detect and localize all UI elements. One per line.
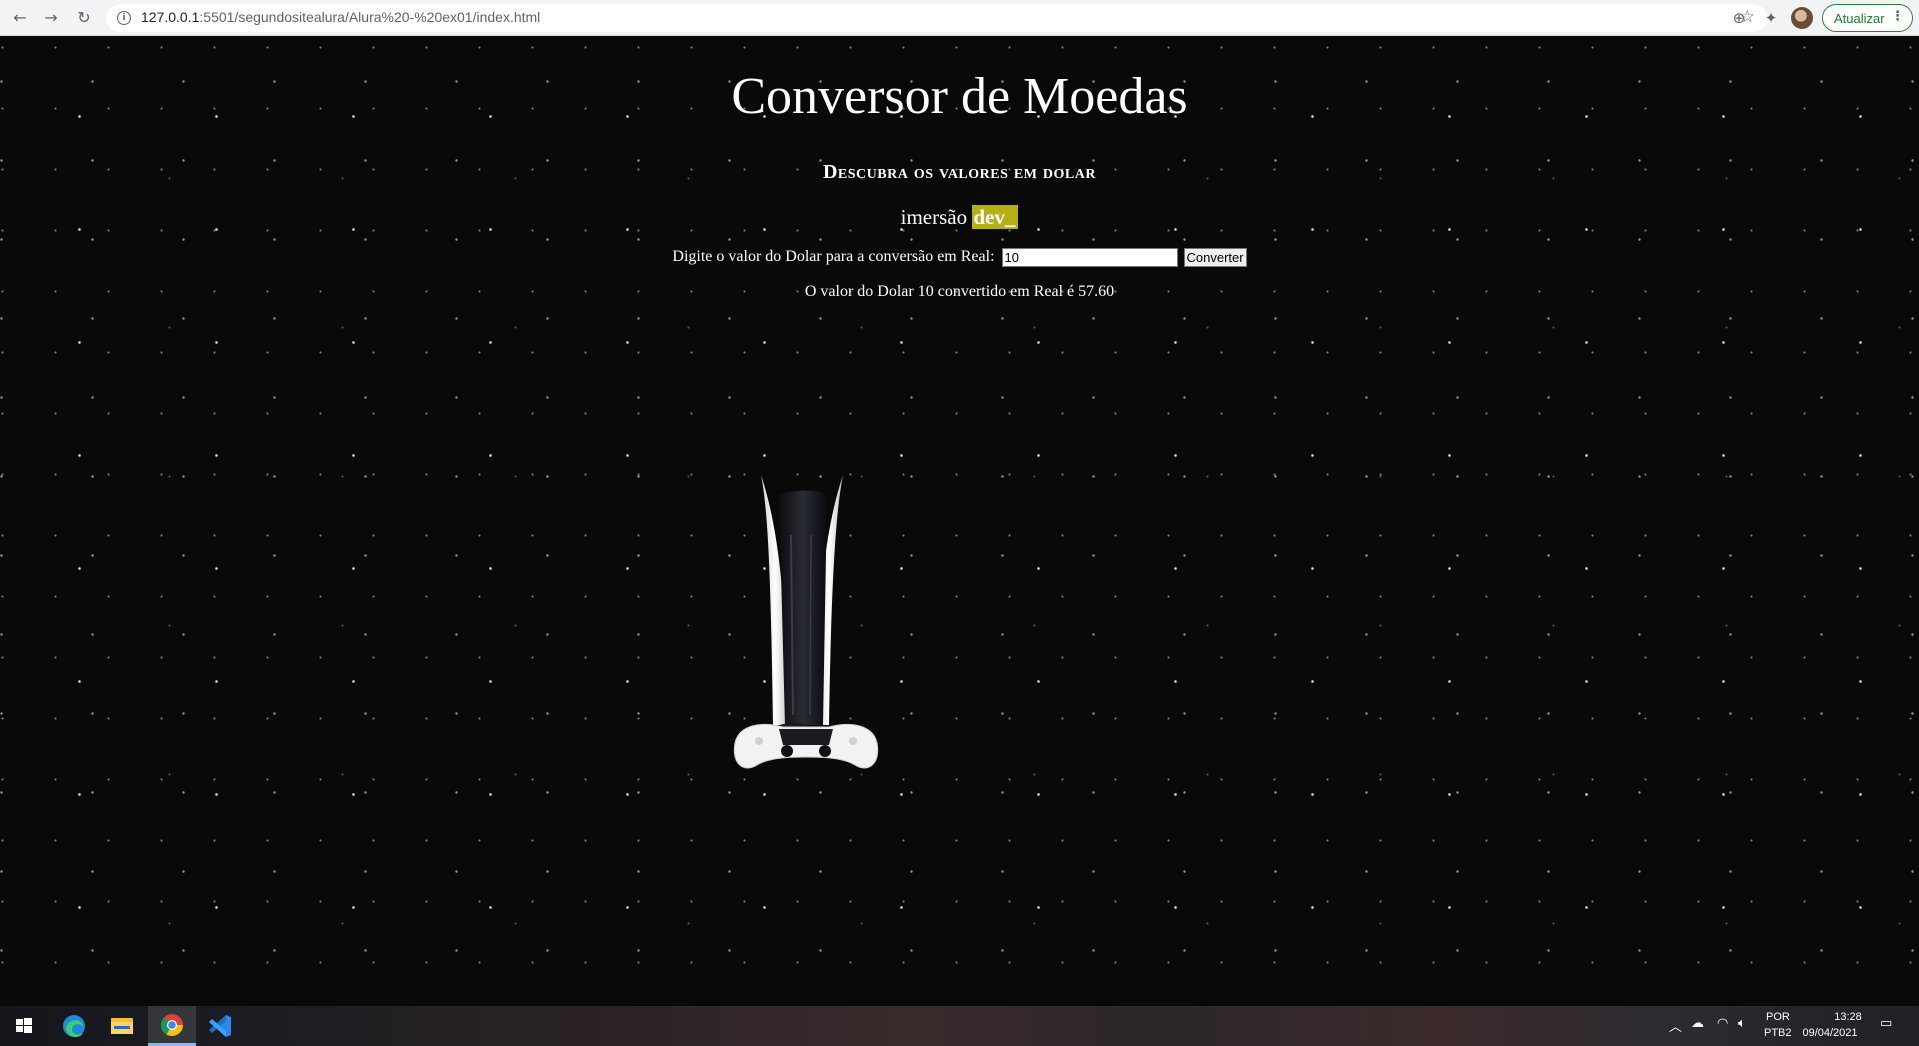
page-subtitle: Descubra os valores em dolar — [822, 161, 1096, 183]
reload-icon[interactable]: ↻ — [72, 6, 96, 30]
page-title: Conversor de Moedas — [731, 68, 1188, 125]
url-path: :5501/segundositealura/Alura%20-%20ex01/… — [199, 9, 541, 25]
chevron-up-icon[interactable]: ︿ — [1669, 1016, 1682, 1035]
volume-icon[interactable]: 🔈︎ — [1738, 1016, 1746, 1031]
page-background: Conversor de Moedas Descubra os valores … — [0, 37, 1919, 1006]
windows-taskbar: ︿ ☁ ◠ 🔈︎ POR PTB2 13:28 09/04/2021 ▭ — [0, 1006, 1919, 1046]
vscode-icon[interactable] — [196, 1006, 244, 1046]
brand-line: imersão dev_ — [0, 205, 1919, 230]
browser-toolbar: ← → ↻ i 127.0.0.1:5501/segundositealura/… — [0, 0, 1919, 36]
convert-button[interactable]: Converter — [1183, 248, 1247, 267]
dollar-value-input[interactable] — [1001, 248, 1178, 267]
windows-start-icon[interactable] — [0, 1006, 48, 1046]
wifi-icon[interactable]: ◠ — [1717, 1016, 1728, 1031]
conversion-form: Digite o valor do Dolar para a conversão… — [0, 248, 1919, 267]
notifications-icon[interactable]: ▭ — [1880, 1016, 1892, 1031]
menu-dots-icon: ⋮ — [1891, 9, 1904, 24]
forward-icon[interactable]: → — [39, 6, 63, 30]
file-explorer-icon[interactable] — [98, 1006, 146, 1046]
update-label: Atualizar — [1834, 11, 1885, 26]
language-indicator[interactable]: POR — [1766, 1011, 1790, 1023]
address-bar[interactable]: i 127.0.0.1:5501/segundositealura/Alura%… — [106, 4, 1767, 32]
onedrive-cloud-icon[interactable]: ☁ — [1691, 1016, 1704, 1031]
brand-highlight: dev_ — [972, 205, 1019, 229]
back-icon[interactable]: ← — [8, 6, 32, 30]
update-button[interactable]: Atualizar ⋮ — [1822, 4, 1913, 32]
keyboard-layout[interactable]: PTB2 — [1764, 1027, 1792, 1039]
ps5-console-image — [733, 475, 879, 769]
clock-time[interactable]: 13:28 — [1818, 1011, 1878, 1023]
url-text[interactable]: 127.0.0.1:5501/segundositealura/Alura%20… — [141, 9, 540, 25]
brand-text: imersão — [900, 205, 968, 229]
chrome-icon[interactable] — [148, 1006, 196, 1046]
site-info-icon[interactable]: i — [117, 11, 131, 25]
edge-icon[interactable] — [50, 1006, 98, 1046]
extensions-puzzle-icon[interactable]: ✦ — [1761, 8, 1781, 28]
extension-globe-icon[interactable]: ⊕ — [1729, 8, 1749, 28]
profile-avatar[interactable] — [1791, 7, 1813, 29]
input-label: Digite o valor do Dolar para a conversão… — [672, 248, 995, 266]
clock-date[interactable]: 09/04/2021 — [1800, 1027, 1860, 1039]
url-host: 127.0.0.1 — [141, 9, 200, 25]
conversion-result: O valor do Dolar 10 convertido em Real é… — [804, 283, 1115, 300]
